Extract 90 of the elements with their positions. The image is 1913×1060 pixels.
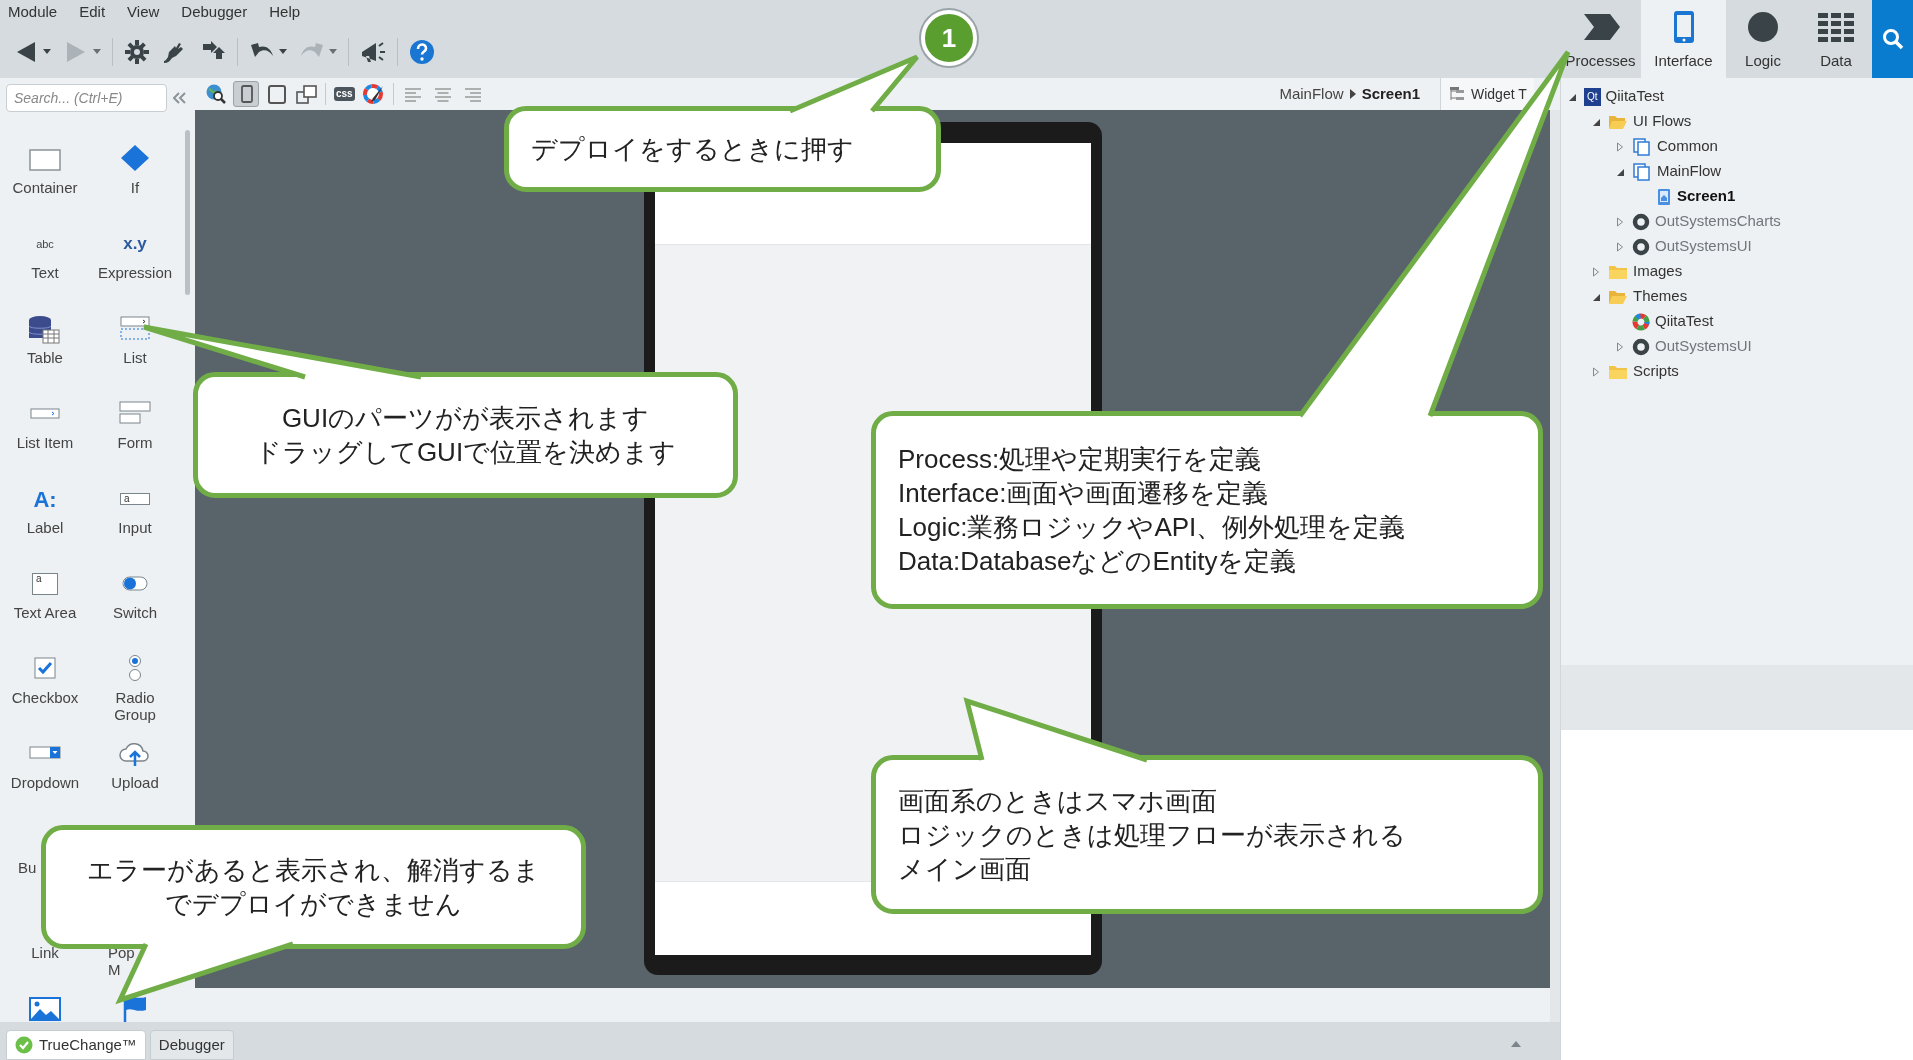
- text-area-widget-icon[interactable]: a: [32, 573, 58, 595]
- tree-item[interactable]: Screen1: [1677, 185, 1736, 208]
- callout-text: Process:処理や定期実行を定義 Interface:画面や画面遷移を定義 Logic:業務ロジックやAPI、例外処理を定義 Data:DatabaseなどのEntityを定義: [898, 443, 1406, 578]
- breadcrumb-arrow-icon: [1349, 89, 1356, 99]
- menu-item[interactable]: View: [127, 1, 160, 24]
- collapsed-arrow-icon[interactable]: [1591, 266, 1601, 277]
- widget-label: Input: [118, 519, 152, 536]
- widget-label: Checkbox: [11, 689, 79, 706]
- css-button[interactable]: css: [332, 81, 357, 107]
- breadcrumb-item[interactable]: Screen1: [1361, 82, 1420, 106]
- widget-label: Bu: [18, 859, 37, 876]
- debugger-tab[interactable]: Debugger: [149, 1030, 234, 1060]
- caret-icon[interactable]: [43, 49, 51, 54]
- widget-label: Expression: [97, 264, 173, 281]
- widget-label: Table: [27, 349, 63, 366]
- pages-icon: [1632, 161, 1652, 182]
- collapsed-arrow-icon[interactable]: [1591, 366, 1601, 377]
- widget-label: Radio Group: [114, 689, 156, 723]
- search-field[interactable]: Search... (Ctrl+E): [6, 84, 167, 112]
- tree-item[interactable]: UI Flows: [1633, 110, 1692, 133]
- collapsed-arrow-icon[interactable]: [1615, 216, 1625, 227]
- tablet-icon: [265, 83, 287, 105]
- menu-item[interactable]: Edit: [79, 1, 106, 24]
- tree-item[interactable]: OutSystemsUI: [1655, 335, 1752, 358]
- globe-magnifier-icon: [205, 83, 227, 105]
- widget-label: Upload: [111, 774, 159, 791]
- callout-text: 画面系のときはスマホ画面 ロジックのときは処理フローが表示される メイン画面: [898, 784, 1406, 886]
- check-circle-icon: [15, 1036, 33, 1054]
- tree-item[interactable]: Themes: [1633, 285, 1688, 308]
- scrollbar[interactable]: [185, 130, 190, 295]
- callout-text: エラーがあると表示され、解消するま でデプロイができません: [87, 854, 540, 921]
- widget-label: Switch: [112, 604, 158, 621]
- label-widget-icon[interactable]: A:: [33, 482, 57, 516]
- widget-label: Dropdown: [10, 774, 80, 791]
- app-icon: Qt: [1584, 87, 1601, 106]
- image-icon[interactable]: [27, 994, 63, 1022]
- tree-item[interactable]: MainFlow: [1657, 160, 1722, 183]
- open-folder-icon: [1608, 288, 1628, 305]
- caret-icon[interactable]: [279, 49, 287, 54]
- tree-item[interactable]: QiitaTest: [1655, 310, 1714, 333]
- callout-text: GUIのパーツがが表示されます ドラッグしてGUIで位置を決めます: [254, 402, 677, 469]
- search-button[interactable]: [1872, 0, 1913, 78]
- color-wheel-icon: [1632, 312, 1650, 331]
- tree-item[interactable]: OutSystemsCharts: [1655, 210, 1781, 233]
- collapsed-arrow-icon[interactable]: [1615, 241, 1625, 252]
- rotate-device-icon: [295, 83, 317, 105]
- tree-item[interactable]: Common: [1657, 135, 1718, 158]
- search-icon: [1881, 28, 1904, 50]
- step-number-badge: 1: [921, 10, 977, 66]
- widget-label: Label: [26, 519, 64, 536]
- breadcrumb-item[interactable]: MainFlow: [1279, 82, 1344, 106]
- menu-item[interactable]: Debugger: [181, 1, 248, 24]
- widget-label: List Item: [16, 434, 74, 451]
- callout-text: デプロイをするときに押す: [531, 133, 854, 166]
- widget-label: Text: [31, 264, 59, 281]
- folder-icon: [1608, 363, 1628, 380]
- menu-item[interactable]: Module: [8, 1, 58, 24]
- input-widget-icon[interactable]: a: [120, 493, 150, 505]
- tree-item[interactable]: OutSystemsUI: [1655, 235, 1752, 258]
- tree-item[interactable]: Scripts: [1633, 360, 1679, 383]
- folder-icon: [1608, 263, 1628, 280]
- ring-icon: [1632, 212, 1650, 231]
- widget-label: Text Area: [13, 604, 77, 621]
- phone-button[interactable]: [233, 81, 259, 107]
- open-folder-icon: [1608, 113, 1628, 130]
- interface-tab[interactable]: Interface: [1641, 0, 1726, 78]
- pages-icon: [1632, 136, 1652, 157]
- screen-icon: [1656, 187, 1672, 206]
- truechange-tab[interactable]: TrueChange™: [6, 1030, 146, 1060]
- widget-label: If: [130, 179, 140, 196]
- widget-label: Link: [31, 944, 59, 961]
- collapse-icon[interactable]: [173, 92, 187, 104]
- expand-icon[interactable]: [1510, 1040, 1522, 1048]
- tree-icon: [1449, 86, 1465, 102]
- expression-widget-icon[interactable]: x.y: [123, 231, 147, 257]
- widget-label: Container: [12, 179, 78, 196]
- collapsed-arrow-icon[interactable]: [1615, 141, 1625, 152]
- css-icon: css: [334, 87, 355, 101]
- menu-item[interactable]: Help: [269, 1, 301, 24]
- widget-label: List: [123, 349, 147, 366]
- color-wheel-brush-icon: [362, 83, 385, 105]
- widget-tree-tab[interactable]: Widget T: [1440, 78, 1534, 110]
- widget-label: Form: [117, 434, 153, 451]
- tree-item[interactable]: QiitaTest: [1605, 85, 1664, 108]
- tree-item[interactable]: Images: [1633, 260, 1683, 283]
- collapsed-arrow-icon[interactable]: [1615, 341, 1625, 352]
- text-widget-icon[interactable]: abc: [36, 235, 54, 253]
- ring-icon: [1632, 237, 1650, 256]
- database-table-icon[interactable]: [27, 314, 63, 344]
- ring-icon: [1632, 337, 1650, 356]
